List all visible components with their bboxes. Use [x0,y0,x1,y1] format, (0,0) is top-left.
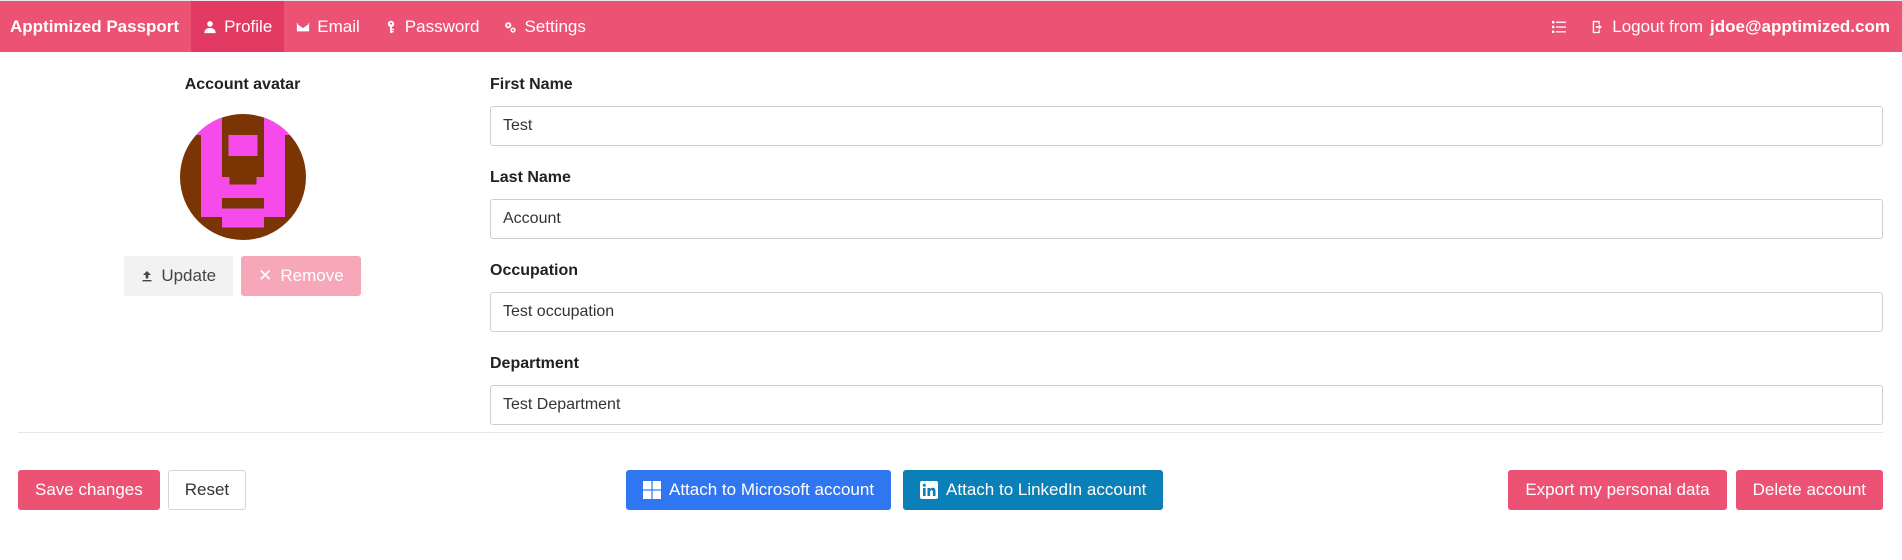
save-changes-button[interactable]: Save changes [18,470,160,510]
department-label: Department [490,355,579,372]
delete-account-button[interactable]: Delete account [1735,470,1883,510]
logout-user-email: jdoe@apptimized.com [1710,16,1890,36]
logout-icon [1593,20,1603,33]
list-menu-button[interactable] [1539,1,1579,52]
action-bar: Save changes Reset Attach to Microsoft a… [18,470,1883,510]
tab-label: Password [404,16,480,36]
attach-microsoft-button[interactable]: Attach to Microsoft account [626,470,892,510]
attach-linkedin-label: Attach to LinkedIn account [946,480,1147,499]
department-group: Department [490,355,1883,425]
tab-label: Profile [224,16,273,36]
logout-prefix: Logout from [1612,16,1703,36]
remove-label: Remove [280,266,344,285]
update-label: Update [161,266,217,285]
occupation-input[interactable] [490,292,1883,332]
tab-settings[interactable]: Settings [491,1,597,52]
first-name-input[interactable] [490,106,1883,146]
gears-icon [505,21,517,33]
avatar-title: Account avatar [184,76,301,93]
occupation-label: Occupation [490,262,579,279]
upload-icon [142,271,152,282]
avatar-image [179,114,306,240]
tab-label: Email [317,16,360,36]
linkedin-icon [920,481,939,499]
export-data-button[interactable]: Export my personal data [1508,470,1727,510]
brand-title[interactable]: Apptimized Passport [0,1,191,52]
tab-profile[interactable]: Profile [191,1,285,52]
list-icon [1552,20,1567,33]
close-icon: ✕ [258,266,273,285]
tab-email[interactable]: Email [284,1,372,52]
reset-button[interactable]: Reset [167,470,247,510]
occupation-group: Occupation [490,262,1883,332]
logout-link[interactable]: Logout from jdoe@apptimized.com [1579,1,1902,52]
first-name-label: First Name [490,76,573,93]
tab-password[interactable]: Password [372,1,492,52]
department-input[interactable] [490,385,1883,425]
envelope-icon [297,22,310,31]
last-name-label: Last Name [490,169,571,186]
profile-form: First Name Last Name Occupation Departme… [490,52,1883,425]
remove-avatar-button[interactable]: ✕ Remove [241,256,361,296]
microsoft-icon [643,481,661,499]
update-avatar-button[interactable]: Update [124,256,234,296]
key-icon [387,20,394,33]
last-name-input[interactable] [490,199,1883,239]
attach-microsoft-label: Attach to Microsoft account [669,480,875,499]
top-navbar: Apptimized Passport Profile Email Passwo… [0,0,1902,52]
person-icon [204,20,216,33]
first-name-group: First Name [490,76,1883,146]
section-divider [18,432,1883,433]
tab-label: Settings [524,16,586,36]
avatar-section: Account avatar Update ✕ Remove [124,52,361,296]
attach-linkedin-button[interactable]: Attach to LinkedIn account [903,470,1164,510]
last-name-group: Last Name [490,169,1883,239]
profile-page: Account avatar Update ✕ Remove First Nam… [0,52,1902,560]
